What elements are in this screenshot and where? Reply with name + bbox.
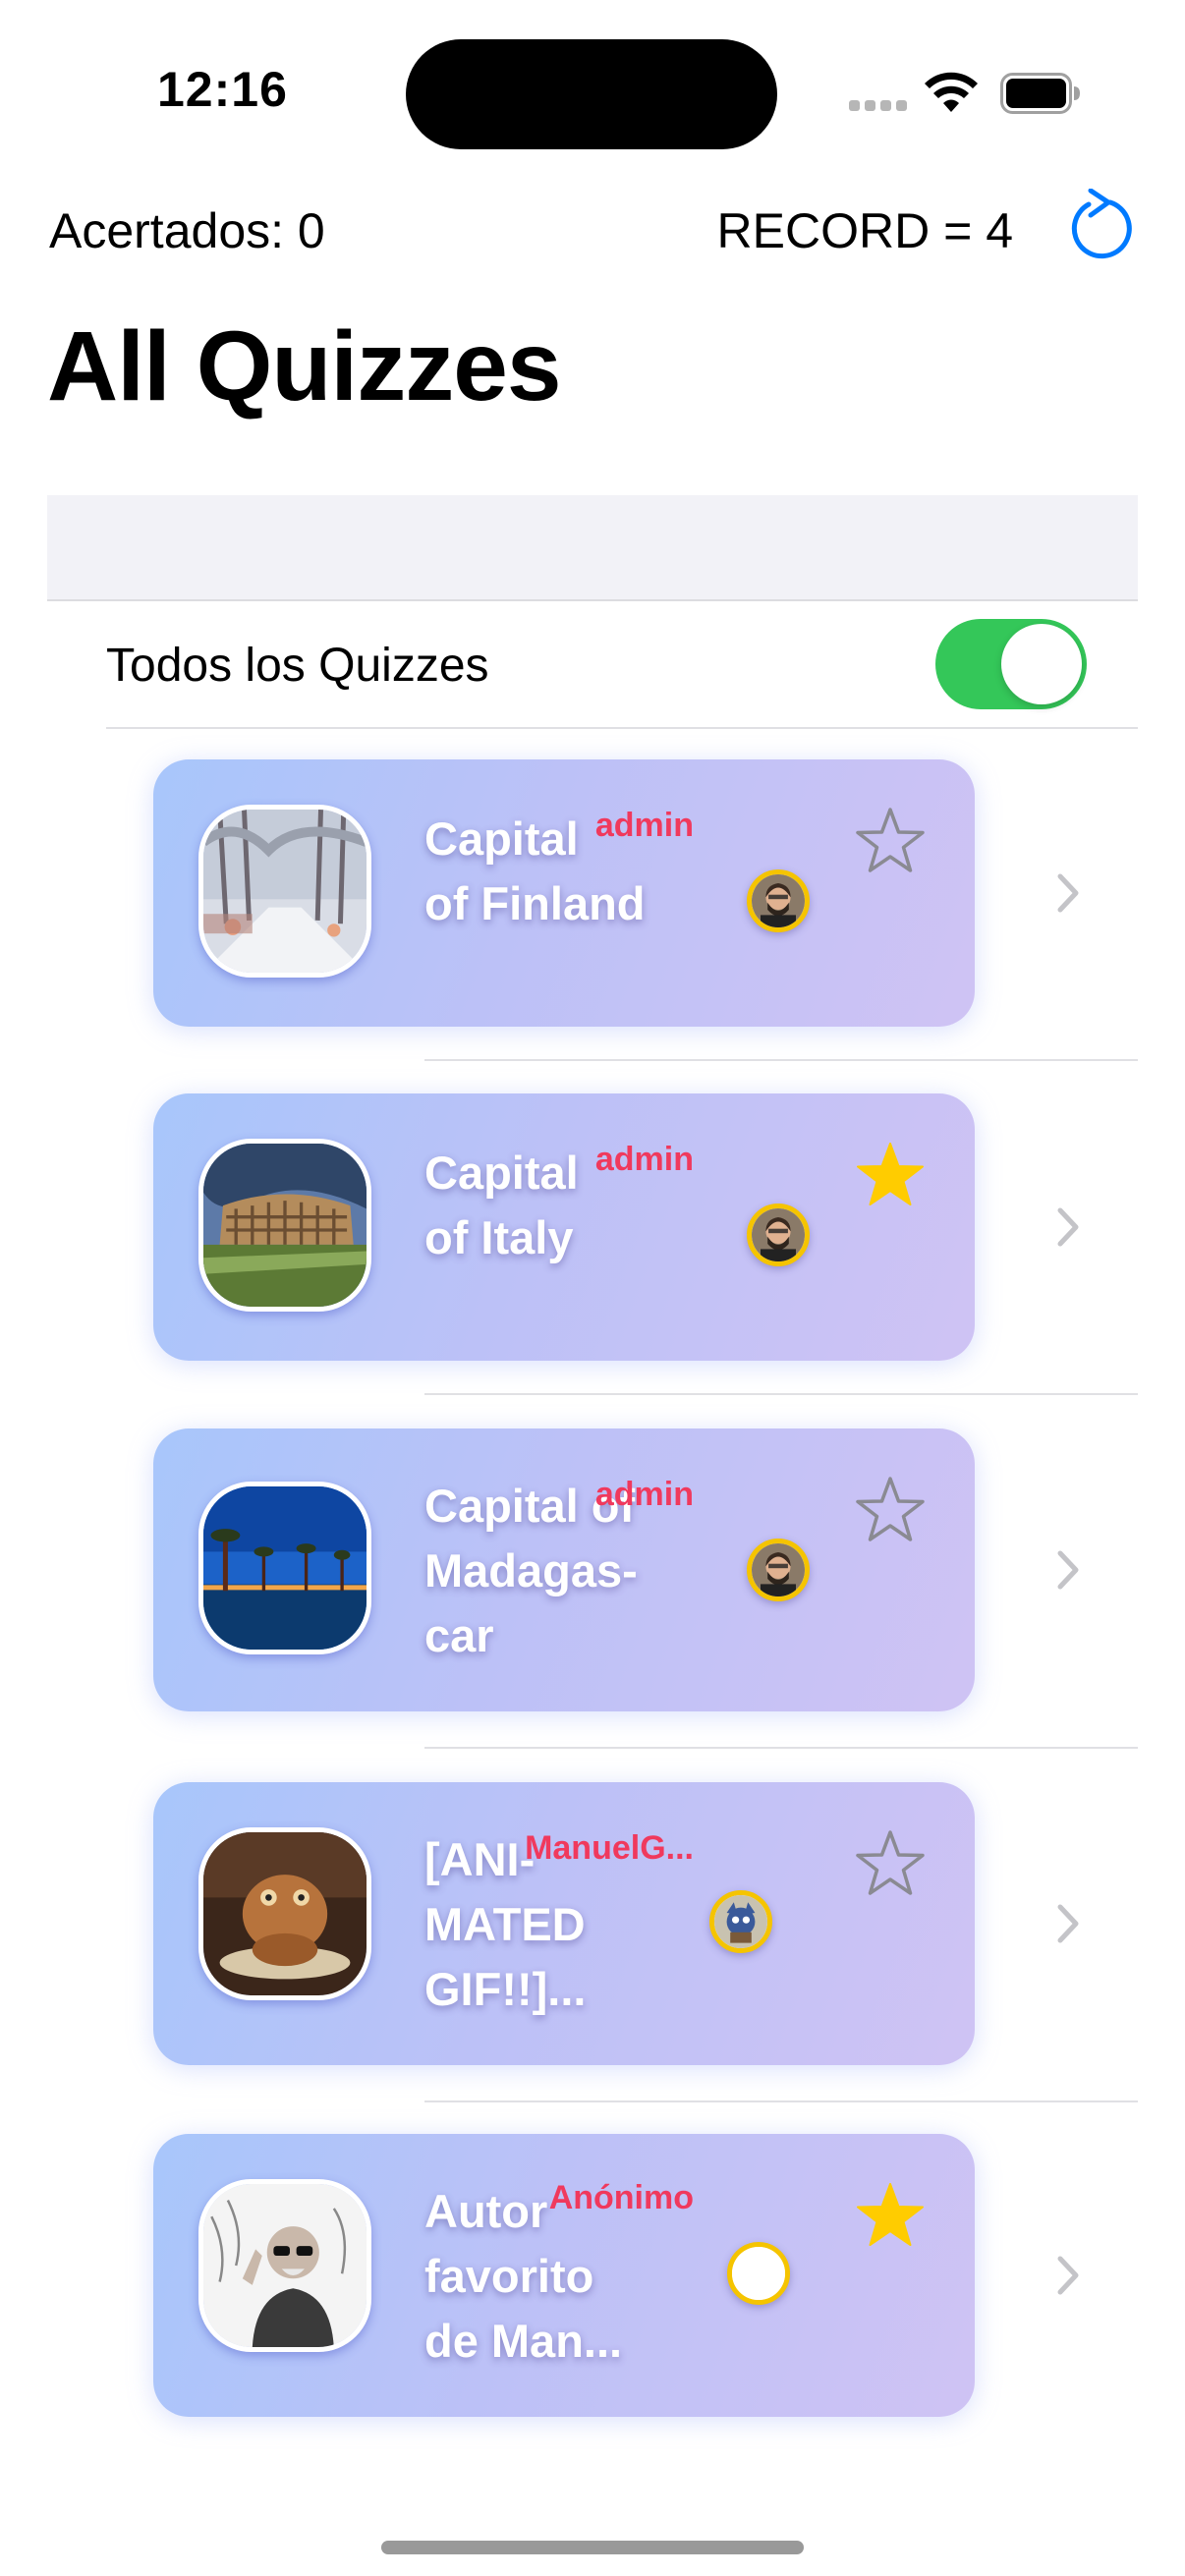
author-photo-placeholder [727, 2242, 790, 2305]
quiz-row[interactable]: [ANI- MATED GIF!!]... ManuelG... [47, 1782, 1138, 2101]
arrow-counterclockwise-icon [1071, 189, 1132, 259]
chevron-right-icon [1057, 1207, 1079, 1247]
score-label: Acertados: 0 [49, 203, 325, 258]
show-all-toggle[interactable] [935, 619, 1087, 709]
row-divider [424, 1747, 1138, 1749]
quiz-author-name: admin [594, 1476, 694, 1513]
page-title: All Quizzes [47, 311, 561, 421]
status-time: 12:16 [157, 62, 288, 117]
reset-button[interactable] [1067, 189, 1136, 263]
status-bar: 12:16 [0, 0, 1185, 167]
show-all-toggle-row: Todos los Quizzes [47, 601, 1138, 727]
quiz-attachment-image [198, 1827, 371, 2000]
toggle-knob [1001, 624, 1082, 704]
quiz-card: Capital of Finland admin [153, 759, 975, 1027]
quiz-row[interactable]: Autor favorito de Man... Anónimo [47, 2134, 1138, 2434]
row-divider [106, 727, 1138, 729]
quiz-row[interactable]: Capital of Madagas- car admin [47, 1428, 1138, 1748]
quiz-attachment-image [198, 1482, 371, 1654]
author-photo [709, 1890, 772, 1953]
record-label: RECORD = 4 [716, 203, 1013, 258]
cellular-signal-icon [849, 100, 908, 112]
chevron-right-icon [1057, 1550, 1079, 1590]
section-header [47, 495, 1138, 601]
quiz-card: Capital of Madagas- car admin [153, 1428, 975, 1711]
star-filled-icon[interactable] [853, 2179, 928, 2254]
quiz-attachment-image [198, 1139, 371, 1312]
quiz-attachment-image [198, 2179, 371, 2352]
star-outline-icon[interactable] [853, 805, 928, 879]
wifi-icon [925, 72, 978, 112]
chevron-right-icon [1057, 873, 1079, 913]
quiz-author-name: ManuelG... [525, 1829, 694, 1867]
dynamic-island [406, 39, 777, 149]
author-photo [747, 1539, 810, 1601]
row-divider [424, 1059, 1138, 1061]
row-divider [424, 1393, 1138, 1395]
home-indicator[interactable] [381, 2541, 804, 2554]
quiz-author-name: admin [594, 807, 694, 844]
quiz-attachment-image [198, 805, 371, 978]
show-all-toggle-label: Todos los Quizzes [106, 640, 489, 692]
chevron-right-icon [1057, 2256, 1079, 2295]
quiz-card: Capital of Italy admin [153, 1093, 975, 1361]
quiz-row[interactable]: Capital of Finland admin [47, 759, 1138, 1059]
battery-icon [1000, 73, 1080, 114]
author-photo [747, 1204, 810, 1266]
chevron-right-icon [1057, 1904, 1079, 1943]
star-outline-icon[interactable] [853, 1474, 928, 1548]
quiz-card: Autor favorito de Man... Anónimo [153, 2134, 975, 2417]
row-divider [424, 2100, 1138, 2102]
quiz-row[interactable]: Capital of Italy admin [47, 1093, 1138, 1393]
quiz-author-name: admin [594, 1141, 694, 1178]
author-photo [747, 869, 810, 932]
star-filled-icon[interactable] [853, 1139, 928, 1213]
star-outline-icon[interactable] [853, 1827, 928, 1902]
quiz-card: [ANI- MATED GIF!!]... ManuelG... [153, 1782, 975, 2065]
quiz-author-name: Anónimo [548, 2179, 694, 2216]
